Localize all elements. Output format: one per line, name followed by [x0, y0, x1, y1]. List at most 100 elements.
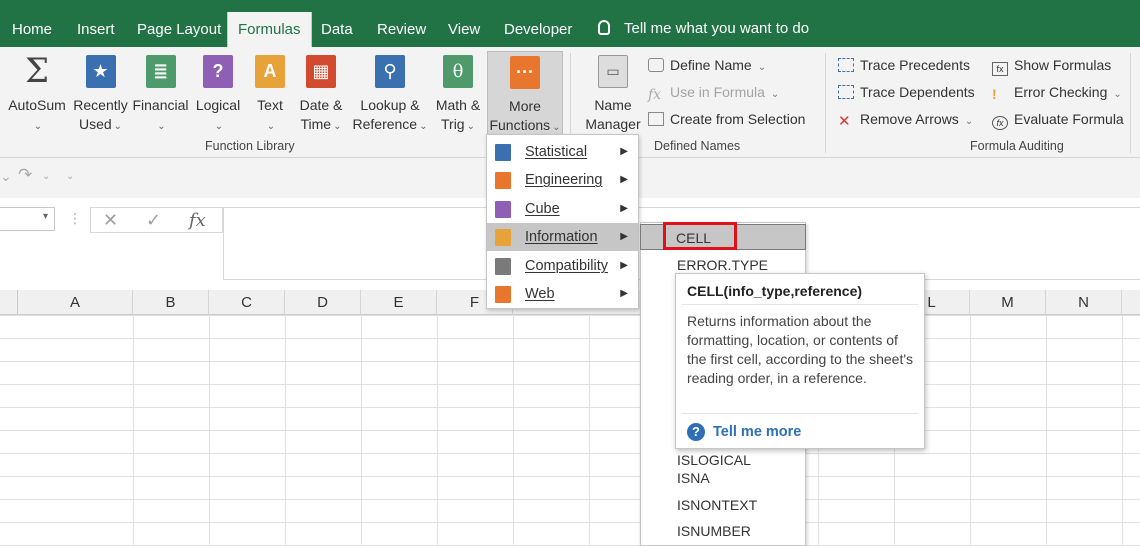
menu-item-label: Engineering — [525, 172, 603, 188]
logical-button[interactable]: ? Logical ⌄ — [193, 51, 243, 136]
tab-home[interactable]: Home — [6, 12, 58, 47]
customize-toolbar-icon[interactable]: ⌄ — [66, 171, 74, 182]
use-in-formula-button[interactable]: fx Use in Formula ⌄ — [648, 84, 779, 103]
menu-item-label: Web — [525, 286, 555, 302]
grid-column-line — [970, 315, 971, 546]
defined-names-group-label: Defined Names — [654, 139, 741, 153]
tab-review[interactable]: Review — [371, 12, 432, 47]
chevron-down-icon: ⌄ — [33, 121, 43, 132]
show-formulas-label: Show Formulas — [1014, 57, 1112, 73]
grid-column-line — [133, 315, 134, 546]
tell-me-more-link[interactable]: ? Tell me more — [687, 423, 801, 441]
chevron-down-icon: ⌄ — [157, 121, 166, 132]
recently-used-button[interactable]: ★ Recently Used ⌄ — [72, 51, 129, 136]
redo-icon[interactable]: ↷ — [18, 165, 32, 185]
more-functions-button[interactable]: ··· More Functions ⌄ — [487, 51, 563, 135]
name-manager-button[interactable]: ▭ Name Manager — [582, 51, 644, 134]
tell-me-box[interactable]: Tell me what you want to do — [598, 20, 809, 37]
trace-precedents-button[interactable]: Trace Precedents — [838, 57, 970, 73]
financial-button[interactable]: ≣ Financial ⌄ — [132, 51, 189, 136]
tab-page-layout[interactable]: Page Layout — [131, 12, 227, 47]
book-ellipsis-icon: ··· — [510, 56, 540, 89]
column-header-n[interactable]: N — [1046, 290, 1122, 315]
show-formulas-icon: fx — [992, 62, 1008, 76]
submenu-item-isnontext[interactable]: ISNONTEXT — [677, 497, 757, 513]
submenu-item-isna[interactable]: ISNA — [677, 470, 710, 486]
submenu-arrow-icon: ▶ — [620, 203, 628, 214]
group-separator — [1130, 53, 1131, 153]
math-trig-label-1: Math & — [435, 97, 481, 113]
sigma-icon: Σ — [24, 51, 50, 91]
remove-arrows-button[interactable]: ✕ Remove Arrows ⌄ — [838, 111, 973, 129]
tooltip-divider — [682, 304, 918, 305]
submenu-arrow-icon: ▶ — [620, 288, 628, 299]
cube-icon — [495, 201, 511, 218]
tell-me-text: Tell me what you want to do — [624, 20, 810, 37]
menu-item-compatibility[interactable]: Compatibility ▶ — [487, 252, 638, 280]
submenu-item-error-type[interactable]: ERROR.TYPE — [677, 257, 768, 273]
lookup-reference-label-2: Reference — [352, 116, 418, 132]
grid-selection-icon — [648, 112, 664, 126]
column-header-d[interactable]: D — [285, 290, 361, 315]
undo-icon[interactable]: ⌄ — [0, 168, 12, 185]
menu-item-engineering[interactable]: Engineering ▶ — [487, 166, 638, 194]
name-box[interactable]: ▾ — [0, 207, 55, 231]
trace-dependents-icon — [838, 85, 854, 99]
column-header-c[interactable]: C — [209, 290, 285, 315]
menu-item-label: Statistical — [525, 144, 588, 160]
tab-insert[interactable]: Insert — [71, 12, 121, 47]
cell-highlight-box — [663, 222, 737, 250]
book-star-icon: ★ — [85, 55, 116, 88]
define-name-icon — [648, 58, 664, 72]
autosum-button[interactable]: Σ AutoSum ⌄ — [6, 51, 68, 136]
help-question-icon: ? — [687, 423, 705, 441]
menu-item-information[interactable]: Information ▶ — [487, 223, 638, 251]
chevron-down-icon: ⌄ — [757, 62, 767, 73]
error-checking-button[interactable]: ! Error Checking ⌄ — [992, 84, 1122, 102]
enter-check-icon[interactable]: ✓ — [146, 210, 161, 231]
chevron-down-icon[interactable]: ⌄ — [42, 171, 50, 182]
grid-column-line — [513, 315, 514, 546]
lookup-reference-label-1: Lookup & — [360, 97, 420, 113]
worksheet-grid[interactable] — [0, 315, 1140, 546]
menu-item-cube[interactable]: Cube ▶ — [487, 195, 638, 223]
text-button[interactable]: A Text ⌄ — [250, 51, 290, 136]
column-header-b[interactable]: B — [133, 290, 209, 315]
column-header-e[interactable]: E — [361, 290, 437, 315]
tab-formulas[interactable]: Formulas — [227, 12, 312, 47]
create-from-selection-button[interactable]: Create from Selection — [648, 111, 805, 127]
group-separator — [825, 53, 826, 153]
submenu-arrow-icon: ▶ — [620, 174, 628, 185]
math-trig-button[interactable]: θ Math & Trig ⌄ — [432, 51, 484, 136]
column-header-a[interactable]: A — [18, 290, 133, 315]
define-name-button[interactable]: Define Name ⌄ — [648, 57, 766, 73]
lookup-reference-button[interactable]: ⚲ Lookup & Reference ⌄ — [350, 51, 430, 136]
book-coins-icon: ≣ — [145, 55, 176, 88]
column-header-o[interactable] — [1122, 290, 1140, 315]
tab-data[interactable]: Data — [315, 12, 359, 47]
more-functions-menu: Statistical ▶ Engineering ▶ Cube ▶ Infor… — [486, 134, 639, 309]
book-calendar-icon: ▦ — [306, 55, 336, 88]
create-from-selection-label: Create from Selection — [670, 111, 806, 127]
menu-item-label: Cube — [525, 201, 560, 217]
evaluate-formula-button[interactable]: fx Evaluate Formula — [992, 111, 1124, 130]
select-all-corner[interactable] — [0, 290, 18, 315]
tab-view[interactable]: View — [442, 12, 486, 47]
date-time-button[interactable]: ▦ Date & Time ⌄ — [295, 51, 347, 136]
chevron-down-icon: ⌄ — [964, 116, 974, 127]
insert-function-icon[interactable]: fx — [189, 210, 206, 231]
autosum-label: AutoSum — [8, 97, 66, 113]
menu-item-web[interactable]: Web ▶ — [487, 280, 638, 308]
tab-developer[interactable]: Developer — [498, 12, 578, 47]
trace-dependents-button[interactable]: Trace Dependents — [838, 84, 975, 100]
submenu-item-islogical[interactable]: ISLOGICAL — [677, 452, 751, 468]
tell-me-more-label: Tell me more — [713, 424, 802, 440]
column-header-m[interactable]: M — [970, 290, 1046, 315]
cancel-icon[interactable]: ✕ — [103, 210, 118, 231]
show-formulas-button[interactable]: fx Show Formulas — [992, 57, 1111, 76]
submenu-item-isnumber[interactable]: ISNUMBER — [677, 523, 751, 539]
grid-column-line — [437, 315, 438, 546]
submenu-arrow-icon: ▶ — [620, 146, 628, 157]
menu-item-statistical[interactable]: Statistical ▶ — [487, 138, 638, 166]
grid-column-line — [589, 315, 590, 546]
